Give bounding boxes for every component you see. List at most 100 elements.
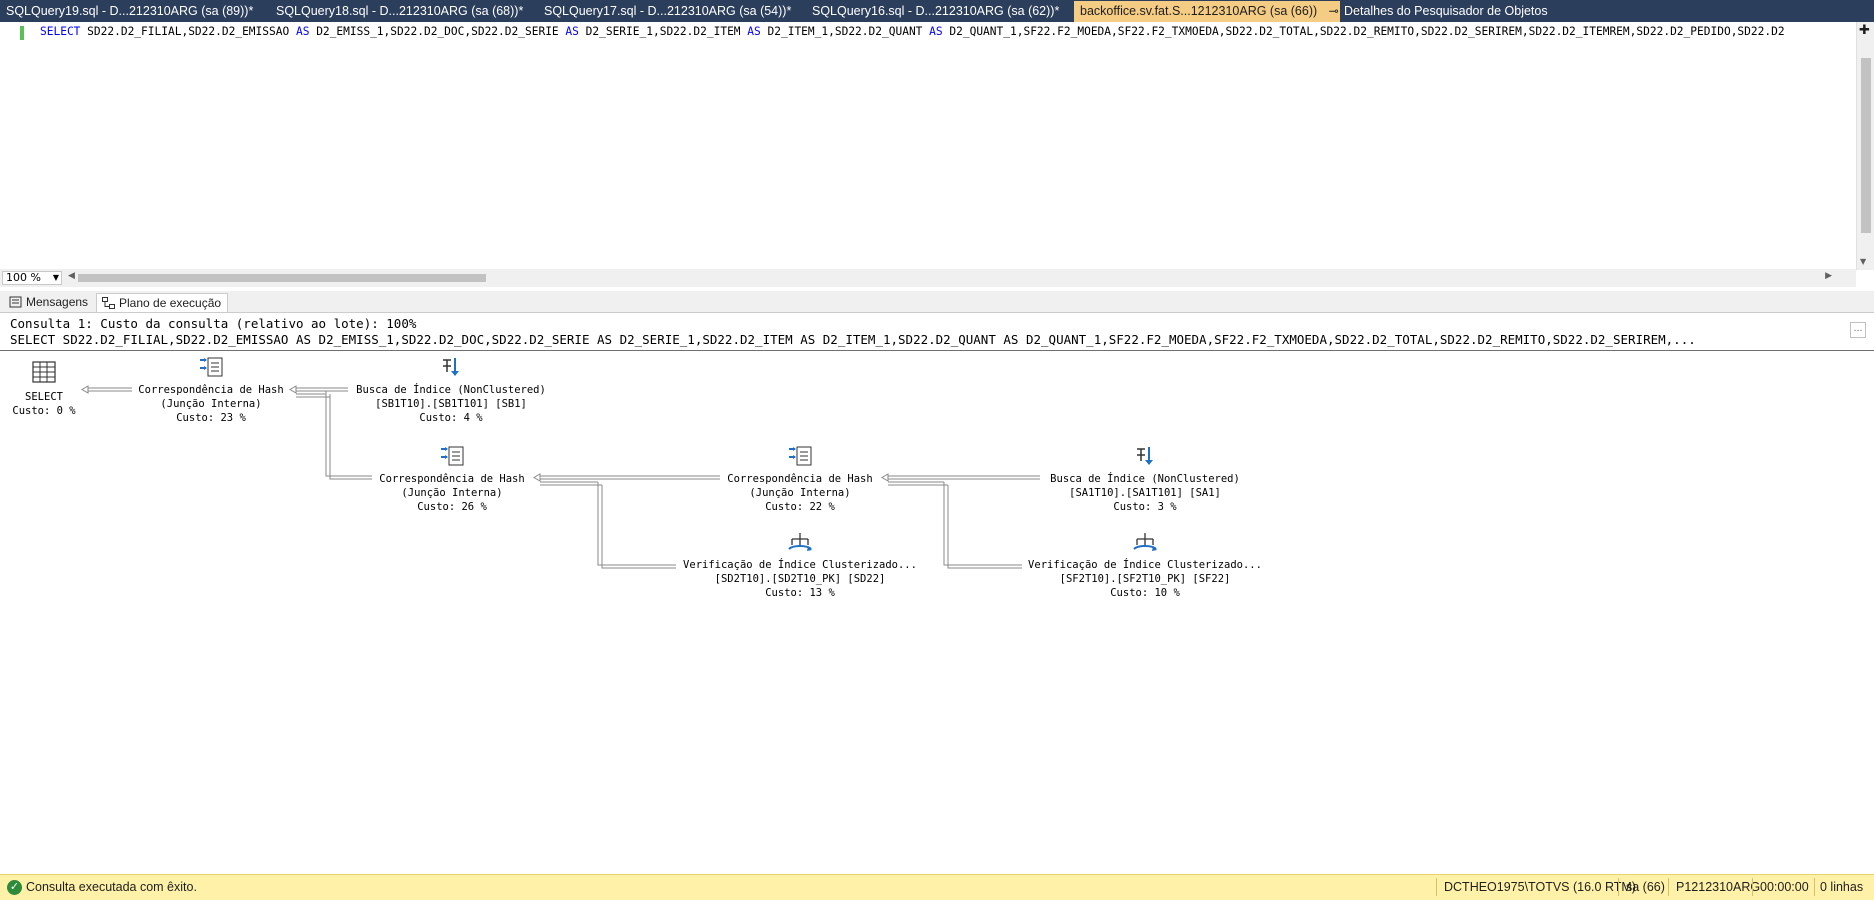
- status-divider: [1436, 878, 1437, 896]
- plan-node-hash-match-2[interactable]: Correspondência de Hash (Junção Interna)…: [379, 446, 525, 513]
- scroll-right-arrow-icon[interactable]: ▶: [1825, 271, 1832, 281]
- node-line: Custo: 4 %: [419, 412, 483, 424]
- node-line: Busca de Índice (NonClustered): [356, 383, 546, 396]
- tab-sqlquery17[interactable]: SQLQuery17.sql - D...212310ARG (sa (54))…: [538, 1, 791, 22]
- connector-seek1-hash1: [289, 385, 348, 394]
- connector-scan2-hash3: [888, 481, 1022, 569]
- connector-hash1-select: [81, 385, 132, 394]
- tab-label: Detalhes do Pesquisador de Objetos: [1344, 4, 1548, 18]
- node-line: SELECT: [25, 391, 64, 403]
- sql-text-line[interactable]: SELECT SD22.D2_FILIAL,SD22.D2_EMISSAO AS…: [40, 25, 1785, 38]
- node-line: (Junção Interna): [160, 398, 261, 410]
- tab-sqlquery16[interactable]: SQLQuery16.sql - D...212310ARG (sa (62))…: [806, 1, 1059, 22]
- tab-backoffice-active[interactable]: backoffice.sv.fat.S...1212310ARG (sa (66…: [1074, 1, 1360, 22]
- plan-node-clustered-scan-1[interactable]: Verificação de Índice Clusterizado... [S…: [683, 533, 917, 599]
- sql-keyword: AS: [565, 25, 579, 38]
- plan-node-index-seek-1[interactable]: Busca de Índice (NonClustered) [SB1T10].…: [356, 358, 546, 424]
- success-check-icon: ✓: [7, 880, 22, 895]
- clustered-index-scan-icon: [1133, 533, 1157, 551]
- sql-keyword: SELECT: [40, 25, 81, 38]
- node-line: Custo: 10 %: [1110, 587, 1180, 599]
- sql-text: D2_SERIE_1,SD22.D2_ITEM: [578, 25, 748, 38]
- chevron-down-icon: ▼: [52, 273, 59, 282]
- node-line: (Junção Interna): [401, 487, 502, 499]
- split-plus-icon[interactable]: ✚: [1859, 24, 1873, 38]
- execution-plan-panel[interactable]: Consulta 1: Custo da consulta (relativo …: [0, 314, 1874, 874]
- node-line: (Junção Interna): [749, 487, 850, 499]
- vertical-scroll-thumb[interactable]: [1861, 58, 1871, 233]
- node-line: Custo: 22 %: [765, 501, 835, 513]
- hash-match-icon: [789, 446, 812, 466]
- connector-scan1-hash2: [540, 481, 676, 569]
- status-database: P1212310ARG: [1676, 880, 1761, 894]
- node-line: Correspondência de Hash: [379, 473, 524, 485]
- status-user: sa (66): [1626, 880, 1665, 894]
- tab-label: SQLQuery17.sql - D...212310ARG (sa (54))…: [544, 4, 792, 18]
- select-icon: [32, 361, 56, 383]
- sql-text: D2_EMISS_1,SD22.D2_DOC,SD22.D2_SERIE: [309, 25, 566, 38]
- clustered-index-scan-icon: [788, 533, 812, 551]
- scroll-down-arrow-icon[interactable]: ▼: [1860, 257, 1866, 266]
- node-line: Custo: 3 %: [1113, 501, 1177, 513]
- zoom-select[interactable]: 100 % ▼: [2, 271, 62, 285]
- sql-keyword: AS: [295, 25, 310, 38]
- tab-label: Plano de execução: [119, 296, 222, 310]
- status-message: Consulta executada com êxito.: [26, 880, 197, 894]
- change-indicator: [20, 26, 24, 40]
- index-seek-icon: [1137, 447, 1153, 465]
- status-divider: [1668, 878, 1669, 896]
- plan-node-select[interactable]: SELECT Custo: 0 %: [12, 361, 76, 417]
- vertical-scrollbar[interactable]: ✚ ▼: [1856, 22, 1874, 270]
- execution-plan-icon: [102, 297, 115, 309]
- connector-hash2-hash1: [296, 391, 372, 480]
- tab-label: SQLQuery19.sql - D...212310ARG (sa (89))…: [6, 4, 254, 18]
- plan-node-clustered-scan-2[interactable]: Verificação de Índice Clusterizado... [S…: [1028, 533, 1262, 599]
- horizontal-scroll-thumb[interactable]: [78, 274, 486, 282]
- node-line: Custo: 26 %: [417, 501, 487, 513]
- tab-label: backoffice.sv.fat.S...1212310ARG (sa (66…: [1080, 4, 1318, 18]
- document-tab-strip: SQLQuery19.sql - D...212310ARG (sa (89))…: [0, 0, 1874, 22]
- tab-label: Mensagens: [26, 295, 89, 309]
- node-line: Verificação de Índice Clusterizado...: [683, 558, 917, 571]
- node-line: [SF2T10].[SF2T10_PK] [SF22]: [1060, 573, 1231, 585]
- sql-text: D2_ITEM_1,SD22.D2_QUANT: [760, 25, 930, 38]
- tab-sqlquery18[interactable]: SQLQuery18.sql - D...212310ARG (sa (68))…: [270, 1, 523, 22]
- status-rows: 0 linhas: [1820, 880, 1864, 894]
- index-seek-icon: [443, 358, 459, 376]
- tab-sqlquery19[interactable]: SQLQuery19.sql - D...212310ARG (sa (89))…: [0, 1, 253, 22]
- node-line: Correspondência de Hash: [138, 384, 283, 396]
- results-tab-strip: Mensagens Plano de execução: [0, 291, 1874, 313]
- scroll-left-arrow-icon[interactable]: ◀: [68, 271, 75, 281]
- status-divider: [1618, 878, 1619, 896]
- tab-label: SQLQuery18.sql - D...212310ARG (sa (68))…: [276, 4, 524, 18]
- node-line: [SA1T10].[SA1T101] [SA1]: [1069, 487, 1221, 499]
- node-line: Custo: 23 %: [176, 412, 246, 424]
- status-divider: [1814, 878, 1815, 896]
- status-elapsed: 00:00:00: [1760, 880, 1809, 894]
- plan-node-hash-match-1[interactable]: Correspondência de Hash (Junção Interna)…: [138, 357, 284, 424]
- node-line: Correspondência de Hash: [727, 473, 872, 485]
- tab-object-explorer-details[interactable]: Detalhes do Pesquisador de Objetos: [1338, 1, 1548, 22]
- node-line: [SB1T10].[SB1T101] [SB1]: [375, 398, 527, 410]
- horizontal-scroll-area: 100 % ▼ ◀ ▶: [0, 269, 1856, 287]
- node-line: Custo: 0 %: [12, 405, 76, 417]
- plan-node-hash-match-3[interactable]: Correspondência de Hash (Junção Interna)…: [727, 446, 873, 513]
- hash-match-icon: [441, 446, 464, 466]
- hash-match-icon: [200, 357, 223, 377]
- node-line: Custo: 13 %: [765, 587, 835, 599]
- node-line: Busca de Índice (NonClustered): [1050, 472, 1240, 485]
- sql-keyword: AS: [747, 25, 761, 38]
- tab-label: SQLQuery16.sql - D...212310ARG (sa (62))…: [812, 4, 1060, 18]
- status-divider: [1752, 878, 1753, 896]
- connector-seek2-hash3: [881, 473, 1040, 482]
- tab-execution-plan[interactable]: Plano de execução: [96, 293, 229, 312]
- tab-messages[interactable]: Mensagens: [4, 293, 94, 312]
- sql-editor[interactable]: SELECT SD22.D2_FILIAL,SD22.D2_EMISSAO AS…: [0, 22, 1874, 287]
- ssms-window: SQLQuery19.sql - D...212310ARG (sa (89))…: [0, 0, 1874, 900]
- node-line: [SD2T10].[SD2T10_PK] [SD22]: [715, 573, 886, 585]
- sql-keyword: AS: [929, 25, 943, 38]
- status-server: DCTHEO1975\TOTVS (16.0 RTM): [1444, 880, 1636, 894]
- sql-text: D2_QUANT_1,SF22.F2_MOEDA,SF22.F2_TXMOEDA…: [942, 25, 1785, 38]
- plan-node-index-seek-2[interactable]: Busca de Índice (NonClustered) [SA1T10].…: [1050, 447, 1240, 513]
- node-line: Verificação de Índice Clusterizado...: [1028, 558, 1262, 571]
